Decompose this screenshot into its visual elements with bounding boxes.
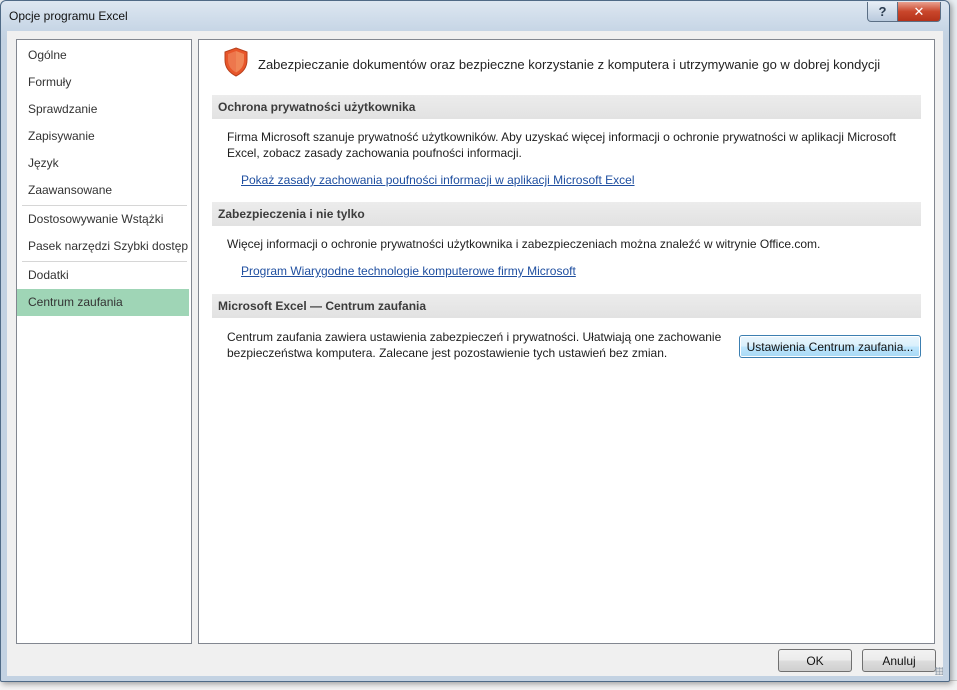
privacy-statement-link[interactable]: Pokaż zasady zachowania poufności inform…	[241, 173, 635, 187]
sidebar-item-language[interactable]: Język	[17, 150, 189, 177]
sidebar-item-formulas[interactable]: Formuły	[17, 69, 189, 96]
window-title: Opcje programu Excel	[9, 9, 128, 23]
dialog-client: Ogólne Formuły Sprawdzanie Zapisywanie J…	[7, 31, 943, 676]
sidebar-item-add-ins[interactable]: Dodatki	[17, 262, 189, 289]
trustworthy-computing-link[interactable]: Program Wiarygodne technologie komputero…	[241, 264, 576, 278]
security-text: Więcej informacji o ochronie prywatności…	[227, 237, 821, 251]
options-sidebar: Ogólne Formuły Sprawdzanie Zapisywanie J…	[16, 39, 192, 644]
section-header-security: Zabezpieczenia i nie tylko	[212, 202, 921, 226]
shield-icon	[224, 47, 248, 77]
section-header-trust-center: Microsoft Excel — Centrum zaufania	[212, 294, 921, 318]
sidebar-item-customize-ribbon[interactable]: Dostosowywanie Wstążki	[17, 206, 189, 233]
trust-center-settings-button[interactable]: Ustawienia Centrum zaufania...	[739, 335, 921, 358]
sidebar-item-advanced[interactable]: Zaawansowane	[17, 177, 189, 204]
options-dialog: Opcje programu Excel ? ✕ Ogólne Formuły …	[0, 0, 950, 682]
close-button[interactable]: ✕	[897, 2, 941, 22]
title-bar: Opcje programu Excel ? ✕	[1, 1, 949, 31]
ok-button[interactable]: OK	[778, 649, 852, 672]
section-header-privacy: Ochrona prywatności użytkownika	[212, 95, 921, 119]
privacy-text-line-2: Excel, zobacz zasady zachowania poufnośc…	[227, 146, 522, 160]
help-button[interactable]: ?	[867, 2, 898, 22]
trust-center-text-line-2: bezpieczeństwa komputera. Zalecane jest …	[227, 346, 668, 360]
sidebar-item-proofing[interactable]: Sprawdzanie	[17, 96, 189, 123]
sidebar-item-save[interactable]: Zapisywanie	[17, 123, 189, 150]
close-icon: ✕	[913, 3, 925, 19]
trust-center-text-line-1: Centrum zaufania zawiera ustawienia zabe…	[227, 330, 722, 344]
page-title: Zabezpieczanie dokumentów oraz bezpieczn…	[258, 57, 881, 72]
cancel-button[interactable]: Anuluj	[862, 649, 936, 672]
resize-grip[interactable]	[935, 667, 943, 675]
sidebar-item-quick-access-toolbar[interactable]: Pasek narzędzi Szybki dostęp	[17, 233, 189, 260]
privacy-text-line-1: Firma Microsoft szanuje prywatność użytk…	[227, 130, 896, 144]
trust-center-panel: Zabezpieczanie dokumentów oraz bezpieczn…	[198, 39, 935, 644]
help-icon: ?	[878, 4, 887, 19]
sidebar-item-trust-center[interactable]: Centrum zaufania	[17, 289, 189, 316]
sidebar-item-general[interactable]: Ogólne	[17, 42, 189, 69]
